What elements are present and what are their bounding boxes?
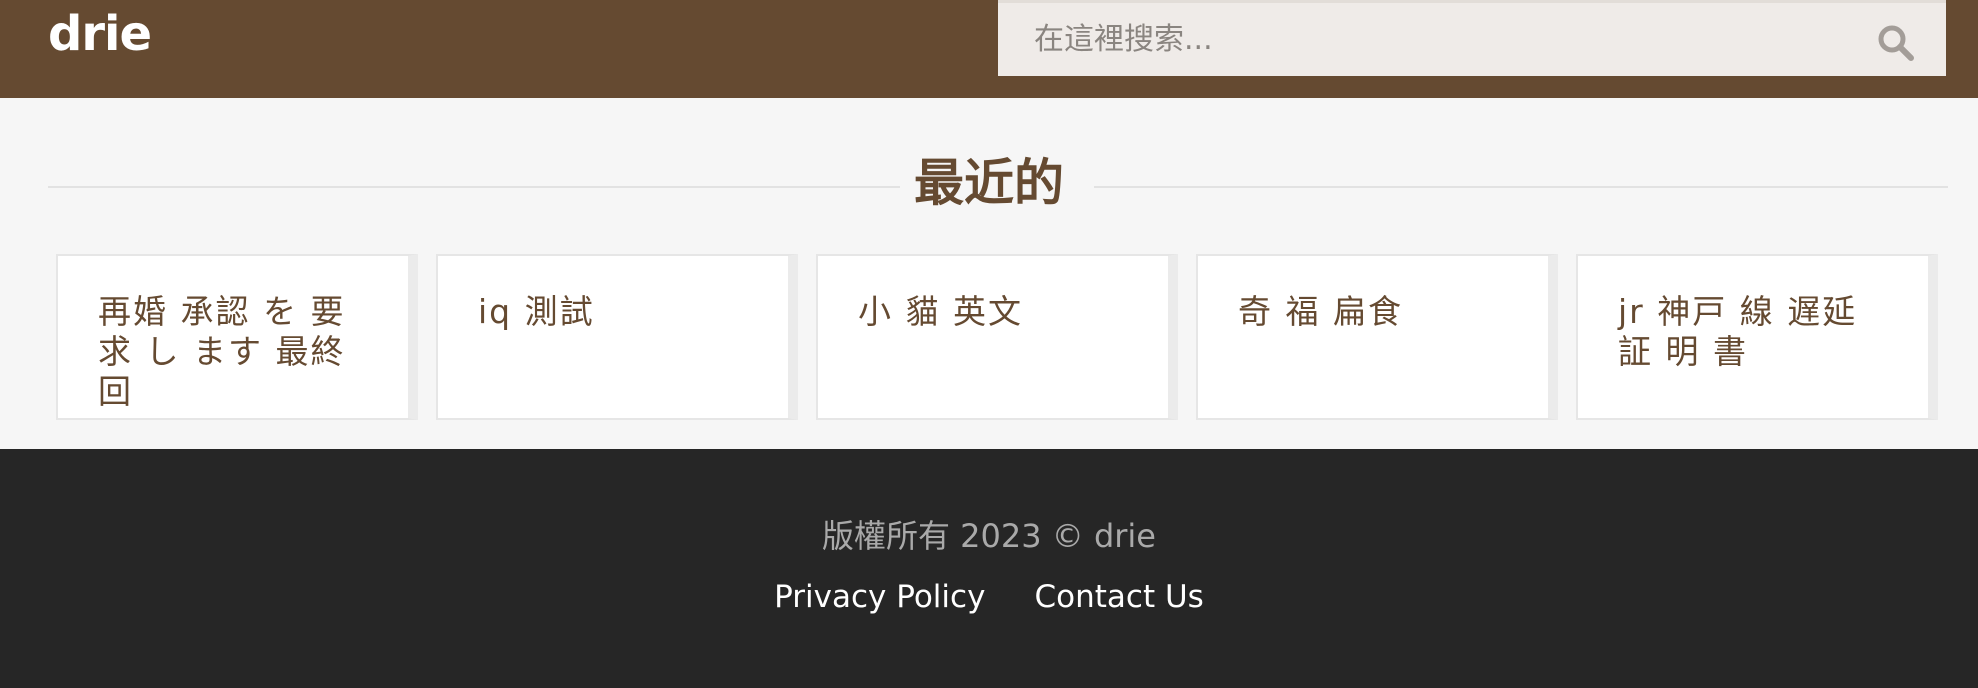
recent-card-label: 再婚 承認 を 要求 し ます 最終 回 [98,292,346,411]
site-footer: 版權所有 2023 © drie Privacy Policy Contact … [0,449,1978,688]
recent-card-label: 小 貓 英文 [858,292,1023,331]
recent-card[interactable]: 小 貓 英文 [816,254,1178,420]
recent-card-label: 奇 福 扁食 [1238,292,1403,331]
section-title: 最近的 [914,154,1064,212]
site-logo[interactable]: drie [48,6,152,62]
recent-card-label: iq 測試 [478,292,595,331]
recent-card-label: jr 神戸 線 遅延 証 明 書 [1618,292,1858,371]
privacy-policy-link[interactable]: Privacy Policy [774,579,985,615]
recent-card[interactable]: iq 測試 [436,254,798,420]
site-header: drie [0,0,1978,98]
search-input[interactable] [998,3,1858,76]
copyright-text: 版權所有 2023 © drie [821,517,1156,555]
contact-us-link[interactable]: Contact Us [1035,579,1204,615]
search-bar [998,0,1946,76]
recent-card[interactable]: 奇 福 扁食 [1196,254,1558,420]
recent-card[interactable]: jr 神戸 線 遅延 証 明 書 [1576,254,1938,420]
search-icon [1878,25,1914,61]
recent-card[interactable]: 再婚 承認 を 要求 し ます 最終 回 [56,254,418,420]
search-button[interactable] [1874,21,1918,65]
footer-links: Privacy Policy Contact Us [0,579,1978,615]
